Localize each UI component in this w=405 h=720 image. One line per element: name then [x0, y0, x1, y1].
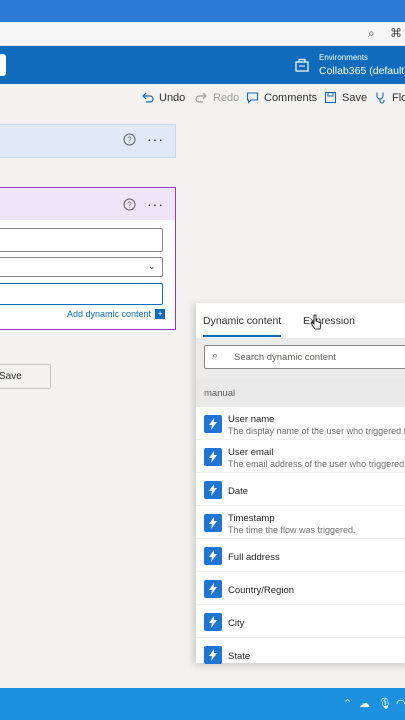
help-icon[interactable]: ?: [123, 198, 136, 211]
comments-button[interactable]: Comments: [246, 91, 317, 104]
browser-tab-strip: [0, 0, 405, 22]
list-item[interactable]: City: [196, 605, 405, 638]
trigger-icon: [204, 580, 222, 598]
chevron-up-icon[interactable]: ⌃: [343, 697, 352, 710]
list-item[interactable]: Date: [196, 473, 405, 506]
environment-icon[interactable]: [295, 58, 309, 72]
trigger-icon: [204, 547, 222, 565]
list-item[interactable]: Country/Region: [196, 572, 405, 605]
group-label: manual: [204, 388, 236, 399]
environments-label: Environments: [319, 53, 368, 62]
trigger-icon: [204, 415, 222, 433]
undo-icon: [142, 92, 154, 103]
item-title: User name: [228, 414, 275, 425]
microphone-icon[interactable]: 🎙: [378, 697, 392, 710]
focused-input-field[interactable]: [0, 283, 163, 305]
search-icon: ⌕: [212, 350, 219, 362]
more-options-icon[interactable]: ···: [147, 196, 164, 212]
trigger-icon: [204, 481, 222, 499]
undo-button[interactable]: Undo: [141, 91, 185, 104]
search-dynamic-content-input[interactable]: ⌕ Search dynamic content: [204, 345, 405, 369]
list-item[interactable]: Timestamp The time the flow was triggere…: [196, 506, 405, 539]
undo-label: Undo: [159, 91, 186, 104]
browser-address-bar: ⌕ ⌘: [0, 22, 405, 46]
item-description: The display name of the user who trigger…: [228, 426, 405, 436]
item-description: The email address of the user who trigge…: [228, 459, 405, 469]
more-options-icon[interactable]: ···: [147, 131, 164, 147]
save-icon: [324, 91, 337, 104]
trigger-icon: [204, 646, 222, 664]
stethoscope-icon: [376, 92, 385, 104]
mouse-cursor-icon: [311, 314, 322, 330]
item-title: User email: [228, 447, 274, 458]
flow-checker-button[interactable]: Flo: [374, 91, 405, 104]
redo-icon: [195, 92, 207, 103]
plus-icon: +: [155, 309, 166, 319]
cloud-icon[interactable]: ☁: [359, 697, 370, 710]
collapsed-action-card[interactable]: ? ···: [0, 124, 176, 158]
item-title: City: [228, 618, 245, 629]
item-title: Full address: [228, 552, 280, 563]
item-title: Country/Region: [228, 585, 295, 596]
trigger-icon: [204, 613, 222, 631]
trigger-icon: [204, 514, 222, 532]
tab-dynamic-content[interactable]: Dynamic content: [203, 315, 282, 337]
item-title: State: [228, 651, 251, 662]
dropdown-field[interactable]: ⌄: [0, 257, 163, 277]
save-button[interactable]: Save: [0, 364, 51, 389]
more-icon[interactable]: ⌘: [390, 26, 402, 40]
list-item[interactable]: User name The display name of the user w…: [196, 407, 405, 440]
list-item[interactable]: State: [196, 638, 405, 671]
item-title: Date: [228, 486, 249, 497]
save-toolbar-button[interactable]: Save: [324, 91, 367, 104]
trigger-icon: [204, 448, 222, 466]
network-icon[interactable]: ◠: [396, 697, 405, 710]
list-item[interactable]: User email The email address of the user…: [196, 440, 405, 473]
search-box[interactable]: [0, 54, 6, 76]
svg-text:?: ?: [127, 136, 132, 145]
flow-checker-label: Flo: [392, 91, 405, 104]
item-title: Timestamp: [228, 513, 275, 524]
group-header-manual[interactable]: manual: [196, 379, 405, 407]
search-area: ⌕ Search dynamic content: [196, 339, 405, 379]
action-card-header[interactable]: ? ···: [0, 188, 175, 220]
text-field[interactable]: [0, 228, 163, 252]
save-label: Save: [342, 91, 368, 104]
environment-name[interactable]: Collab365 (default): [319, 65, 405, 77]
add-dynamic-content-label: Add dynamic content: [67, 309, 152, 319]
help-icon[interactable]: ?: [123, 133, 136, 146]
redo-button[interactable]: Redo: [195, 91, 239, 104]
add-dynamic-content-link[interactable]: Add dynamic content +: [67, 309, 166, 319]
chevron-down-icon: ⌄: [147, 261, 156, 272]
search-placeholder: Search dynamic content: [234, 352, 336, 363]
comment-icon: [246, 92, 259, 104]
dynamic-content-panel: Dynamic content Expression ⌕ Search dyna…: [196, 303, 405, 671]
redo-label: Redo: [213, 91, 240, 104]
svg-text:?: ?: [127, 201, 132, 210]
zoom-icon[interactable]: ⌕: [368, 26, 375, 41]
list-item[interactable]: Full address: [196, 539, 405, 572]
comments-label: Comments: [264, 91, 318, 104]
active-action-card: ? ··· ⌄ Add dynamic content +: [0, 187, 176, 330]
item-description: The time the flow was triggered.: [228, 525, 356, 535]
